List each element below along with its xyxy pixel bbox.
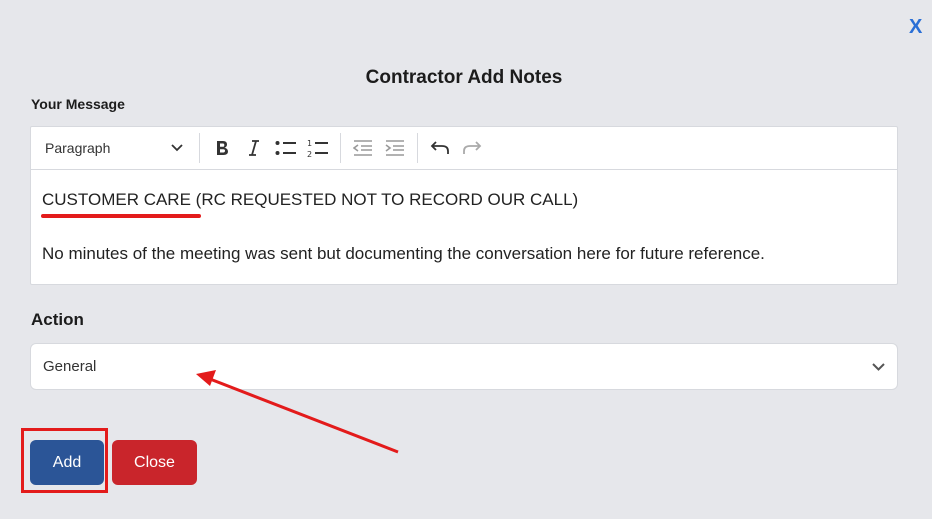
svg-text:1: 1 xyxy=(307,139,312,148)
action-dropdown[interactable]: General xyxy=(30,343,898,390)
close-button[interactable]: Close xyxy=(112,440,197,485)
toolbar-divider xyxy=(417,133,418,163)
action-label: Action xyxy=(31,310,84,329)
italic-icon xyxy=(249,140,259,156)
dialog-title: Contractor Add Notes xyxy=(365,67,563,88)
close-dialog-icon[interactable]: X xyxy=(909,16,922,39)
redo-button[interactable] xyxy=(456,132,488,164)
bulleted-list-icon xyxy=(275,141,296,155)
toolbar-divider xyxy=(340,133,341,163)
chevron-down-icon xyxy=(171,144,183,152)
message-label: Your Message xyxy=(31,96,125,112)
outdent-button[interactable] xyxy=(347,132,379,164)
indent-button[interactable] xyxy=(379,132,411,164)
editor-content[interactable]: CUSTOMER CARE (RC REQUESTED NOT TO RECOR… xyxy=(31,170,897,266)
indent-icon xyxy=(385,140,404,156)
bold-button[interactable] xyxy=(206,132,238,164)
action-selected-value: General xyxy=(43,358,97,375)
numbered-list-button[interactable]: 12 xyxy=(302,132,334,164)
undo-icon xyxy=(430,141,449,154)
numbered-list-icon: 12 xyxy=(307,139,328,158)
editor-paragraph: No minutes of the meeting was sent but d… xyxy=(42,244,765,263)
editor-text: (RC REQUESTED NOT TO RECORD OUR CALL) xyxy=(190,190,579,209)
paragraph-format-dropdown[interactable]: Paragraph xyxy=(45,127,193,170)
annotation-underline xyxy=(41,214,201,218)
bold-icon xyxy=(217,141,228,155)
toolbar-divider xyxy=(199,133,200,163)
editor-paragraph: CUSTOMER CARE (RC REQUESTED NOT TO RECOR… xyxy=(41,188,886,218)
svg-text:2: 2 xyxy=(307,150,312,158)
outdent-icon xyxy=(353,140,372,156)
rich-text-editor[interactable]: Paragraph 12 CUSTOMER CARE (RC REQUESTED… xyxy=(30,126,898,285)
chevron-down-icon xyxy=(872,362,885,371)
paragraph-format-value: Paragraph xyxy=(45,140,111,156)
editor-toolbar: Paragraph 12 xyxy=(31,127,897,170)
undo-button[interactable] xyxy=(424,132,456,164)
annotation-highlight-box xyxy=(21,428,108,493)
redo-icon xyxy=(463,141,482,154)
italic-button[interactable] xyxy=(238,132,270,164)
highlighted-text: CUSTOMER CARE xyxy=(41,188,201,218)
bulleted-list-button[interactable] xyxy=(270,132,302,164)
